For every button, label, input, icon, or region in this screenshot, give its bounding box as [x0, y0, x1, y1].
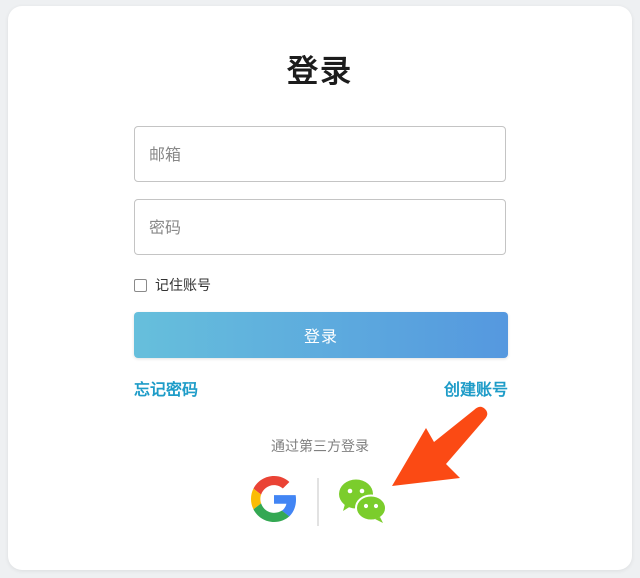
forgot-password-link[interactable]: 忘记密码 [134, 376, 198, 400]
remember-checkbox[interactable] [134, 278, 147, 292]
remember-label: 记住账号 [155, 278, 211, 294]
page-title: 登录 [287, 54, 353, 90]
password-field[interactable] [134, 199, 506, 255]
social-divider [317, 478, 319, 526]
login-button[interactable]: 登录 [134, 312, 508, 358]
login-card: 登录 记住账号 登录 忘记密码 创建账号 通过第三方登录 [8, 6, 632, 570]
email-field[interactable] [134, 126, 506, 182]
remember-account-option[interactable]: 记住账号 [134, 276, 211, 294]
create-account-link[interactable]: 创建账号 [444, 376, 508, 400]
annotation-arrow-icon [392, 406, 488, 486]
google-login-button[interactable] [251, 476, 297, 522]
third-party-login-label: 通过第三方登录 [271, 439, 369, 455]
google-icon [251, 476, 297, 522]
